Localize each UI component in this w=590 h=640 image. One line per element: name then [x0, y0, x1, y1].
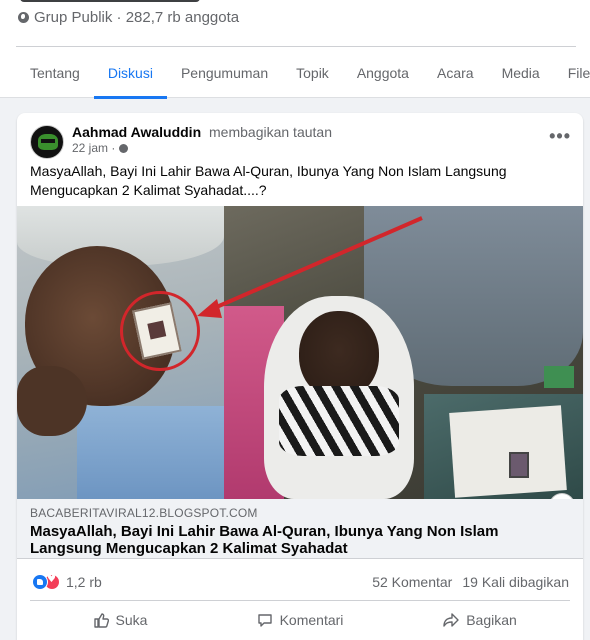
- avatar[interactable]: [30, 125, 64, 159]
- more-icon[interactable]: •••: [549, 126, 571, 147]
- post-text: MasyaAllah, Bayi Ini Lahir Bawa Al-Quran…: [30, 163, 507, 198]
- group-title-cropped: [20, 0, 200, 2]
- like-label: Suka: [115, 612, 148, 628]
- post-time: 22 jam ·: [72, 141, 129, 155]
- author-action: membagikan tautan: [209, 124, 332, 140]
- globe-icon: [119, 143, 129, 153]
- share-icon: [443, 613, 459, 627]
- share-count[interactable]: 19 Kali dibagikan: [462, 574, 569, 590]
- comment-button[interactable]: Komentari: [210, 604, 390, 636]
- comment-label: Komentari: [279, 612, 344, 628]
- tab-topik[interactable]: Topik: [282, 47, 343, 98]
- reaction-count: 1,2 rb: [66, 574, 102, 590]
- like-icon: [93, 613, 109, 628]
- tab-diskusi[interactable]: Diskusi: [93, 47, 168, 99]
- link-preview-image[interactable]: [17, 206, 583, 499]
- tab-file[interactable]: File: [554, 47, 590, 98]
- link-preview-meta[interactable]: BACABERITAVIRAL12.BLOGSPOT.COM MasyaAlla…: [17, 499, 583, 559]
- link-title: MasyaAllah, Bayi Ini Lahir Bawa Al-Quran…: [30, 523, 499, 557]
- post-actions: Suka Komentari Bagikan: [30, 604, 570, 636]
- post-author-line: Aahmad Awaluddin membagikan tautan: [72, 124, 332, 140]
- comment-count[interactable]: 52 Komentar: [372, 574, 452, 590]
- link-domain: BACABERITAVIRAL12.BLOGSPOT.COM: [30, 506, 258, 520]
- like-reaction-icon: [32, 574, 48, 590]
- tab-media[interactable]: Media: [488, 47, 554, 98]
- comment-icon: [257, 614, 272, 627]
- engagement-counts: 52 Komentar 19 Kali dibagikan: [372, 574, 569, 590]
- share-button[interactable]: Bagikan: [390, 604, 570, 636]
- actions-divider: [30, 600, 570, 601]
- group-meta-text: Grup Publik · 282,7 rb anggota: [34, 9, 240, 26]
- like-button[interactable]: Suka: [30, 604, 210, 636]
- tab-tentang[interactable]: Tentang: [16, 47, 94, 98]
- globe-icon: [18, 12, 29, 23]
- red-arrow-annotation: [197, 216, 423, 318]
- share-label: Bagikan: [466, 612, 517, 628]
- author-name[interactable]: Aahmad Awaluddin: [72, 124, 201, 140]
- reaction-summary[interactable]: 1,2 rb: [32, 574, 102, 590]
- group-header: Grup Publik · 282,7 rb anggota Tentang D…: [0, 0, 590, 99]
- group-meta: Grup Publik · 282,7 rb anggota: [18, 9, 239, 26]
- tab-pengumuman[interactable]: Pengumuman: [167, 47, 282, 98]
- group-tabs: Tentang Diskusi Pengumuman Topik Anggota…: [16, 47, 590, 99]
- post-time-text[interactable]: 22 jam ·: [72, 141, 115, 155]
- tab-anggota[interactable]: Anggota: [343, 47, 423, 98]
- tab-acara[interactable]: Acara: [423, 47, 488, 98]
- post-card: Aahmad Awaluddin membagikan tautan 22 ja…: [17, 113, 583, 640]
